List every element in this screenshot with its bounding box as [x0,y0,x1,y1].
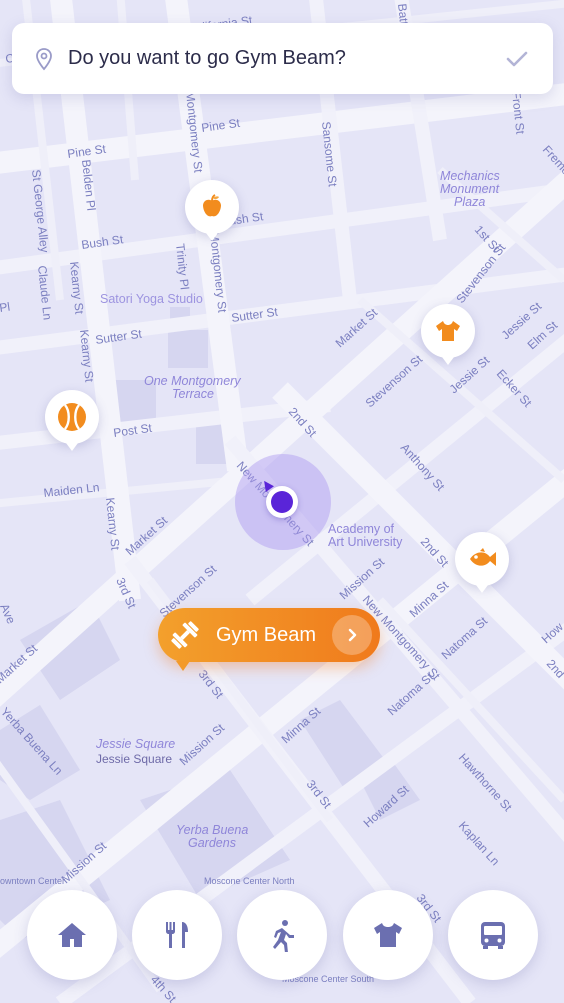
location-dot-core [271,491,293,513]
tshirt-icon [436,321,460,341]
tennis-ball-icon [58,403,86,431]
place-label: Satori Yoga Studio [100,292,203,306]
place-label: owntown Center [0,876,65,886]
street-label: Pl [0,300,11,315]
destination-label: Gym Beam [216,623,317,646]
place-label: Terrace [172,387,214,401]
apple-icon [203,194,221,217]
go-button[interactable] [332,615,372,655]
apple-marker[interactable] [185,180,239,241]
tshirt-marker[interactable] [421,304,475,365]
map-pin-icon [36,47,52,70]
current-location-dot[interactable] [266,486,298,518]
destination-prompt: Do you want to go Gym Beam? [12,23,553,94]
tennis-marker[interactable] [45,390,99,451]
place-label: Academy of [328,522,395,536]
place-label: Jessie Square [96,752,172,766]
place-label: Monument [440,182,500,196]
fork-knife-icon [166,922,188,948]
place-label: Plaza [454,195,485,209]
dumbbell-icon [171,621,199,649]
prompt-question: Do you want to go Gym Beam? [68,47,346,69]
running-icon [273,920,294,952]
nav-activity-button[interactable] [237,890,327,980]
place-label: Yerba Buena [176,823,248,837]
nav-clothes-button[interactable] [343,890,433,980]
place-label: Jessie Square [95,737,175,751]
nav-home-button[interactable] [27,890,117,980]
fish-marker[interactable] [455,532,509,593]
nav-transit-button[interactable] [448,890,538,980]
fish-icon [470,548,496,566]
place-label: Mechanics [440,169,500,183]
chevron-right-icon [348,628,357,642]
place-label: One Montgomery [144,374,241,388]
nav-food-button[interactable] [132,890,222,980]
place-label: Moscone Center North [204,876,295,886]
check-icon[interactable] [503,45,531,73]
tshirt-icon [374,923,402,947]
place-label: Art University [328,535,403,549]
home-icon [58,923,86,947]
place-label: Gardens [188,836,236,850]
destination-pill[interactable]: Gym Beam [158,608,380,671]
bus-icon [481,922,505,949]
